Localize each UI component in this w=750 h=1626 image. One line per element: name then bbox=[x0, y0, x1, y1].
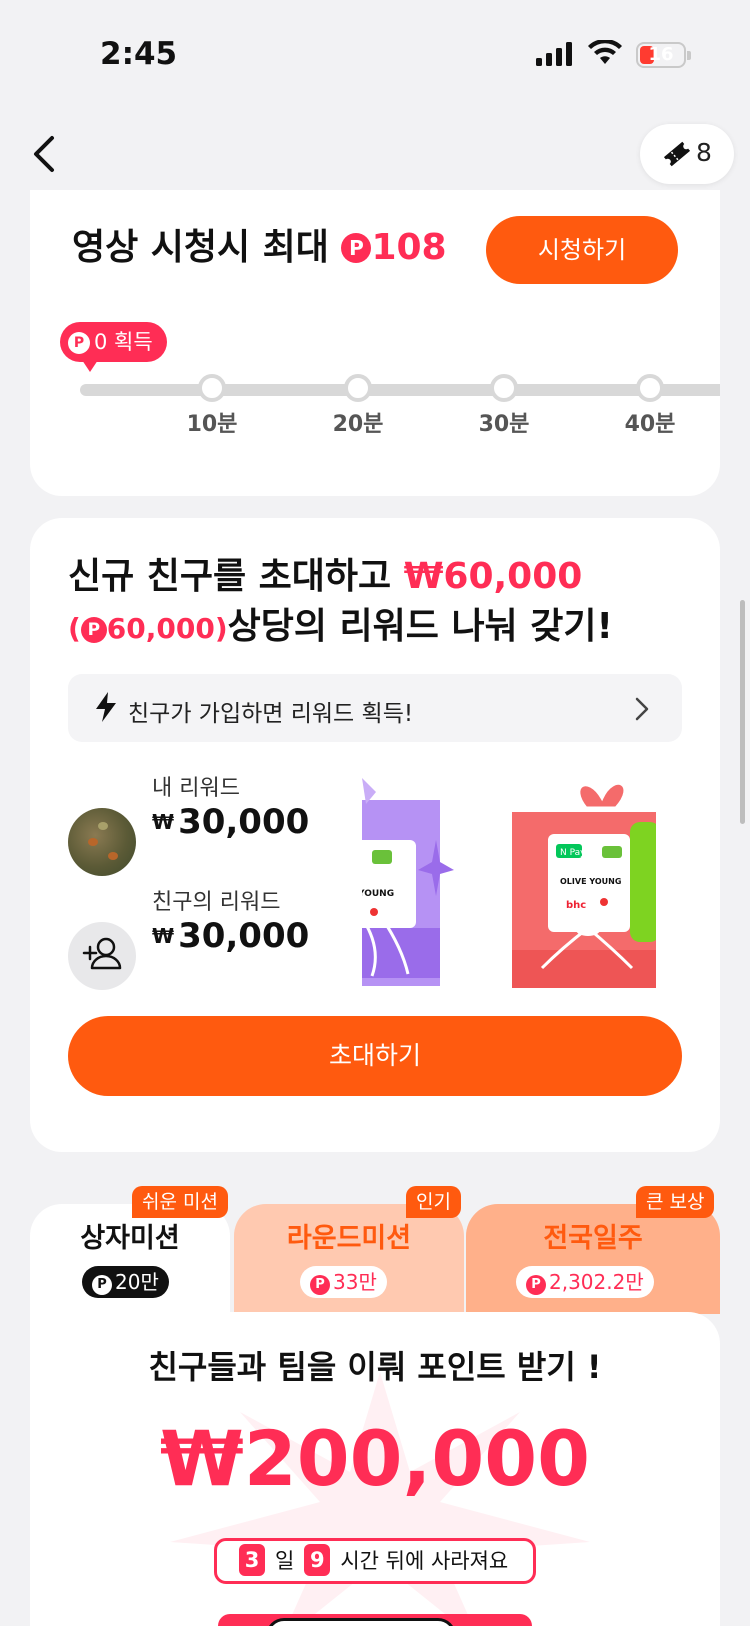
team-mission-title: 친구들과 팀을 이뤄 포인트 받기 ! bbox=[148, 1348, 602, 1386]
chevron-right-icon bbox=[635, 697, 649, 721]
tab-points-pill: P 33만 bbox=[300, 1266, 387, 1298]
progress-tick-label: 10분 bbox=[186, 412, 238, 437]
gift-box-purple: YOUNG bbox=[362, 778, 454, 986]
progress-tick-label: 30분 bbox=[478, 412, 530, 437]
tab-label: 라운드미션 bbox=[286, 1223, 412, 1254]
invite-info-text: 친구가 가입하면 리워드 획득! bbox=[128, 701, 414, 727]
point-icon: P bbox=[310, 1275, 330, 1295]
tab-tag-badge: 쉬운 미션 bbox=[132, 1186, 228, 1218]
invite-title: 신규 친구를 초대하고 ₩60,000 (P 60,000)상당의 리워드 나눠 … bbox=[68, 556, 613, 647]
avatar bbox=[68, 808, 136, 876]
tab-nationwide-tour[interactable]: 전국일주 P 2,302.2만 bbox=[466, 1204, 720, 1314]
progress-tick-label: 40분 bbox=[624, 412, 676, 437]
point-icon: P bbox=[341, 233, 372, 263]
watch-max-points: P 108 bbox=[341, 227, 447, 268]
battery-icon: 16 bbox=[636, 42, 691, 68]
hours-box: 9 bbox=[304, 1544, 331, 1576]
point-icon: P bbox=[80, 617, 107, 643]
svg-text:bhc: bhc bbox=[566, 900, 586, 911]
point-icon: P bbox=[92, 1275, 112, 1295]
add-friend-avatar bbox=[68, 922, 136, 990]
gift-box-illustration: YOUNG N Pay OLIVE YOUNG bhc bbox=[362, 778, 656, 988]
my-reward-label: 내 리워드 bbox=[152, 776, 240, 801]
gift-carousel[interactable]: YOUNG N Pay OLIVE YOUNG bhc bbox=[362, 778, 656, 990]
progress-tick-label: 20분 bbox=[332, 412, 384, 437]
reward-amount: ₩200,000 bbox=[160, 1414, 590, 1503]
ticket-icon bbox=[663, 141, 691, 167]
battery-level: 16 bbox=[648, 44, 674, 65]
watch-video-card: 영상 시청시 최대 P 108 시청하기 P0 획득 10분 20분 30분 40… bbox=[30, 190, 720, 496]
wifi-icon bbox=[588, 40, 622, 64]
scrollbar[interactable] bbox=[740, 600, 745, 824]
tab-round-mission[interactable]: 라운드미션 P 33만 bbox=[234, 1204, 464, 1314]
add-person-icon bbox=[82, 937, 122, 970]
progress-marker bbox=[198, 374, 226, 402]
lightning-icon bbox=[96, 692, 116, 722]
progress-marker bbox=[636, 374, 664, 402]
days-box: 3 bbox=[239, 1544, 265, 1576]
watch-button[interactable]: 시청하기 bbox=[486, 216, 678, 284]
progress-marker bbox=[344, 374, 372, 402]
my-reward-value: ₩30,000 bbox=[152, 802, 310, 842]
watch-progress-track bbox=[80, 384, 720, 396]
svg-text:OLIVE YOUNG: OLIVE YOUNG bbox=[560, 877, 621, 886]
tab-box-mission[interactable]: 상자미션 P 20만 bbox=[30, 1204, 230, 1314]
tab-tag-badge: 인기 bbox=[406, 1186, 461, 1218]
gift-box-red: N Pay OLIVE YOUNG bhc bbox=[512, 781, 656, 988]
countdown-timer: 3 일 9 시간 뒤에 사라져요 bbox=[214, 1538, 536, 1584]
friend-reward-label: 친구의 리워드 bbox=[152, 890, 281, 915]
remaining-amount-text: ₩40,000 남았어요 bbox=[266, 1618, 456, 1626]
tab-tag-badge: 큰 보상 bbox=[636, 1186, 715, 1218]
svg-text:N Pay: N Pay bbox=[560, 848, 586, 858]
earned-points-badge: P0 획득 bbox=[60, 322, 167, 372]
ticket-count: 8 bbox=[696, 138, 712, 167]
invite-button[interactable]: 초대하기 bbox=[68, 1016, 682, 1096]
point-icon: P bbox=[526, 1275, 546, 1295]
signal-icon bbox=[536, 42, 572, 66]
tab-points-pill: P 20만 bbox=[82, 1266, 169, 1298]
tab-label: 전국일주 bbox=[543, 1223, 643, 1254]
svg-text:YOUNG: YOUNG bbox=[362, 889, 394, 899]
chevron-left-icon bbox=[34, 136, 54, 172]
point-icon: P bbox=[68, 332, 90, 354]
status-time: 2:45 bbox=[100, 36, 178, 72]
invite-card: 신규 친구를 초대하고 ₩60,000 (P 60,000)상당의 리워드 나눠 … bbox=[30, 518, 720, 1152]
invite-amount: ₩60,000 bbox=[403, 556, 583, 597]
back-button[interactable] bbox=[26, 132, 66, 176]
watch-title: 영상 시청시 최대 P 108 bbox=[72, 227, 447, 268]
tab-label: 상자미션 bbox=[80, 1223, 180, 1254]
friend-reward-value: ₩30,000 bbox=[152, 916, 310, 956]
progress-marker bbox=[490, 374, 518, 402]
team-mission-card: 친구들과 팀을 이뤄 포인트 받기 ! ₩200,000 3 일 9 시간 뒤에 사라… bbox=[30, 1312, 720, 1626]
ticket-count-button[interactable]: 8 bbox=[640, 124, 734, 184]
invite-info-row[interactable]: 친구가 가입하면 리워드 획득! bbox=[68, 674, 682, 742]
status-bar: 2:45 16 bbox=[0, 0, 750, 110]
remaining-amount-banner: ₩40,000 남았어요 bbox=[218, 1614, 532, 1626]
tab-points-pill: P 2,302.2만 bbox=[516, 1266, 654, 1298]
